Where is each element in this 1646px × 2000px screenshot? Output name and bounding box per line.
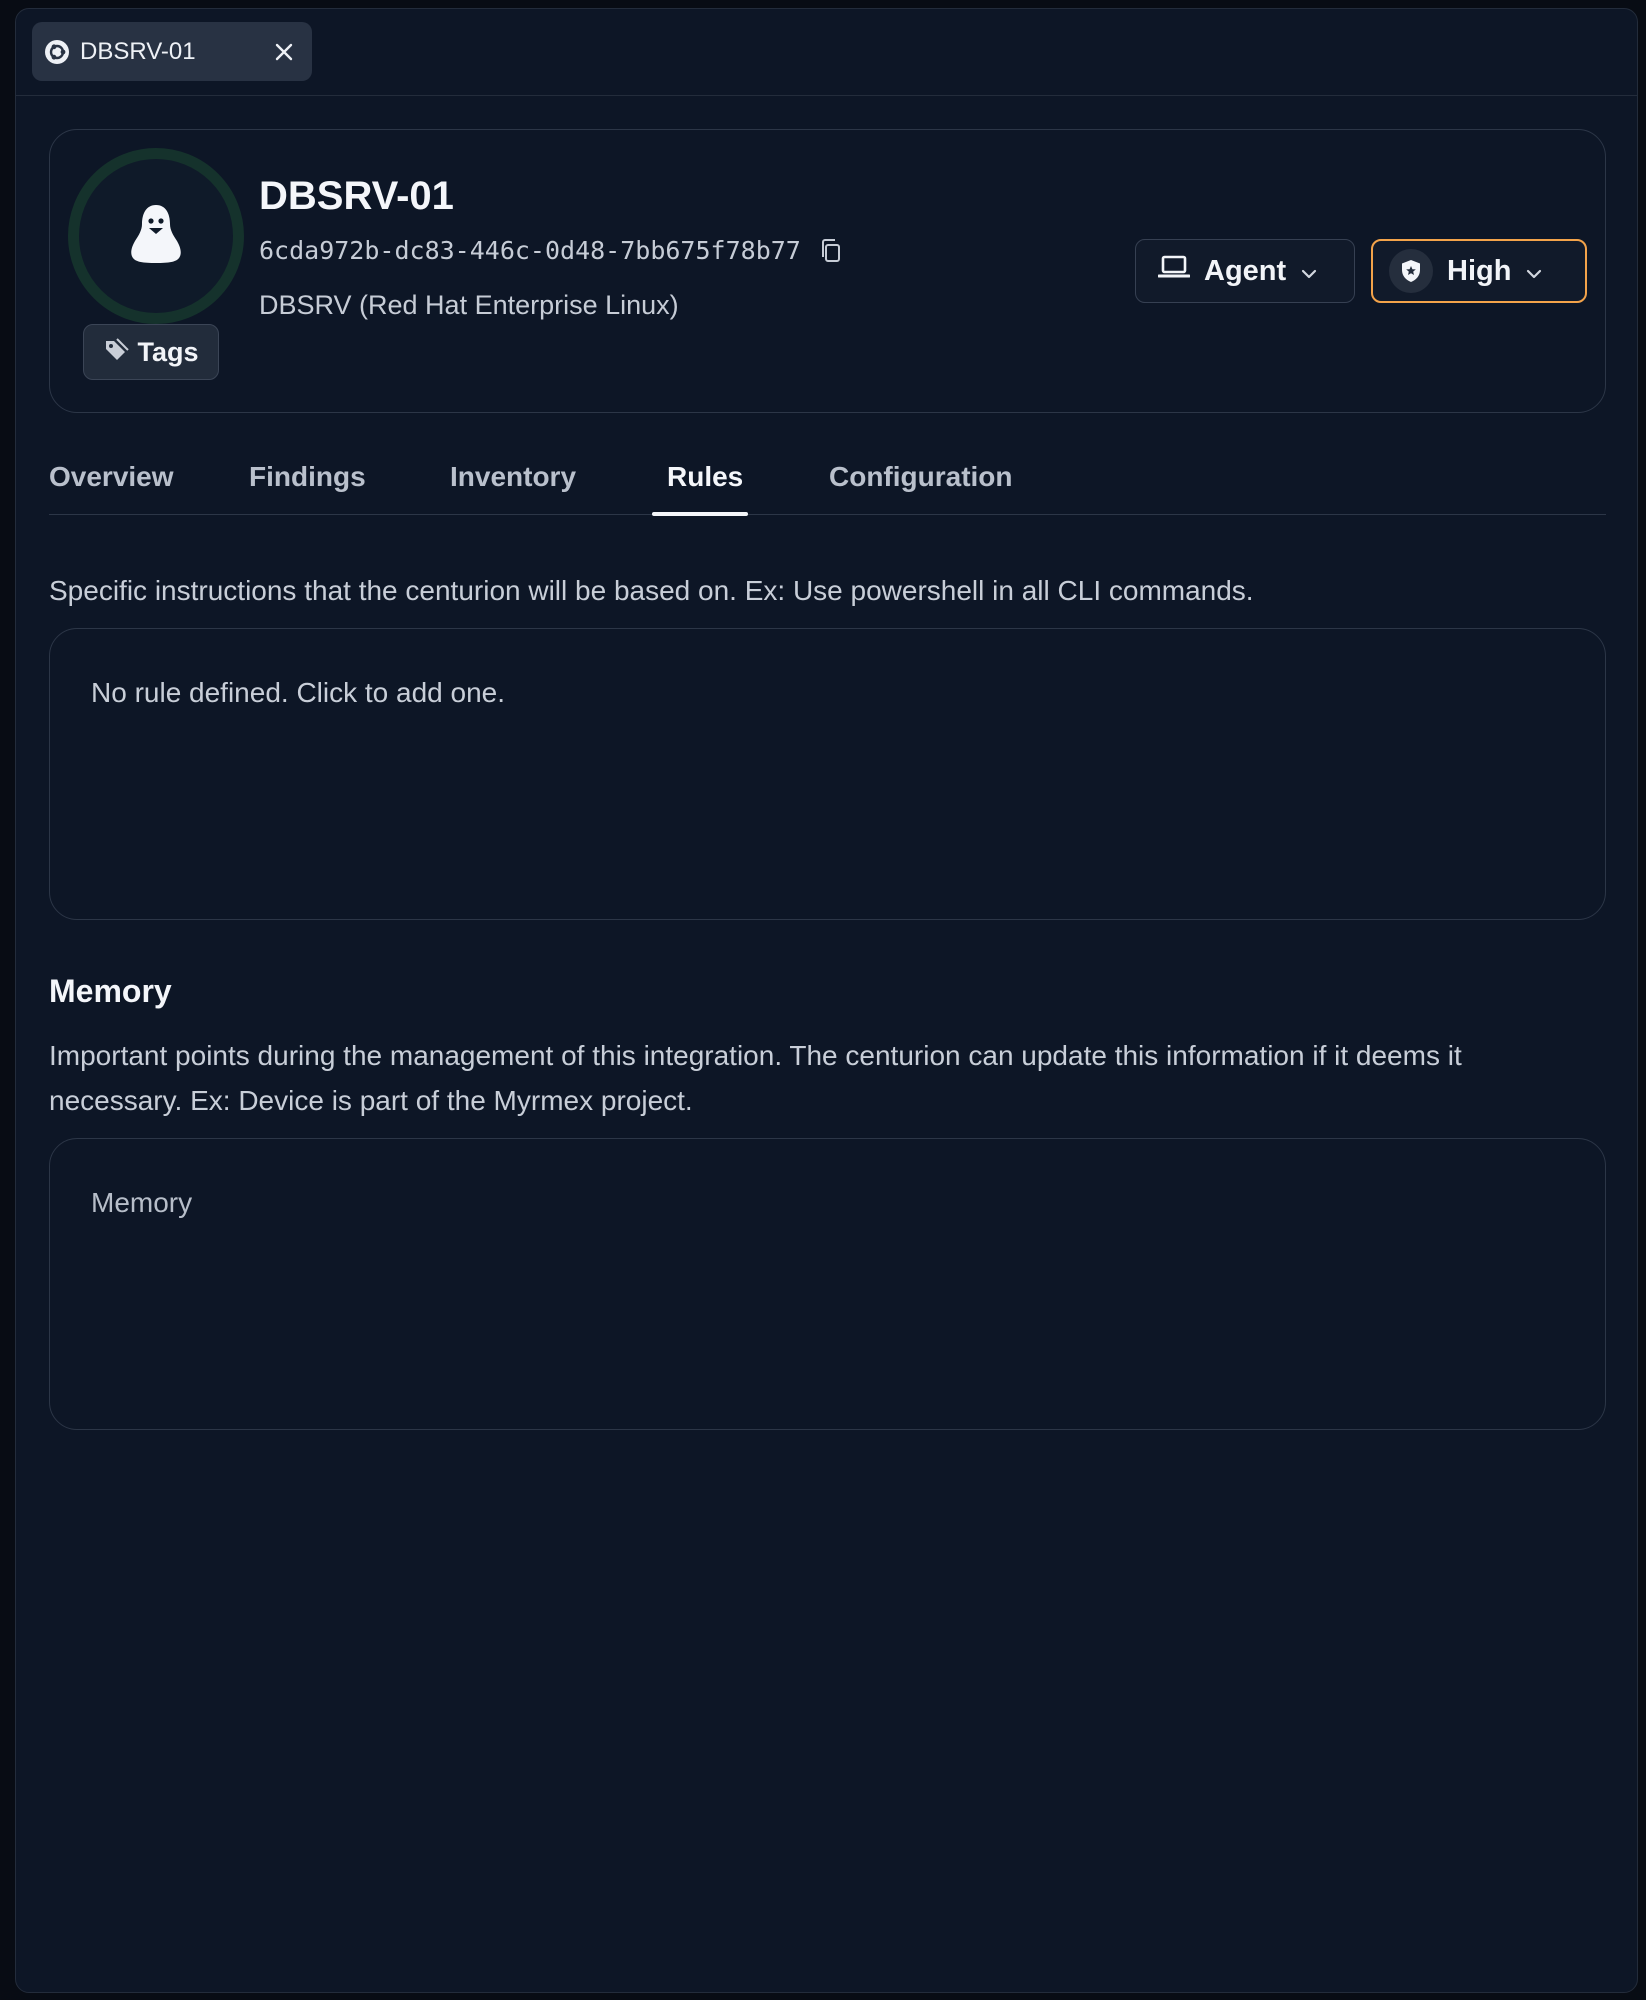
tab-rules[interactable]: Rules [667, 439, 743, 515]
tab-findings[interactable]: Findings [249, 439, 366, 515]
laptop-icon [1157, 254, 1191, 288]
device-name: DBSRV-01 [259, 174, 454, 218]
copy-icon[interactable] [817, 237, 845, 265]
agent-dropdown[interactable]: Agent [1135, 239, 1355, 303]
tab-dbsrv-01[interactable]: DBSRV-01 [32, 22, 312, 81]
priority-label: High [1447, 254, 1512, 287]
tag-icon [103, 336, 130, 369]
device-avatar [68, 148, 244, 324]
memory-title: Memory [49, 973, 172, 1009]
ubuntu-icon [44, 39, 70, 65]
device-header-card: Tags DBSRV-01 6cda972b-dc83-446c-0d48-7b… [49, 129, 1606, 413]
shield-icon [1389, 249, 1433, 293]
rules-input[interactable]: No rule defined. Click to add one. [49, 628, 1606, 920]
tab-label: DBSRV-01 [80, 37, 196, 65]
device-os: DBSRV (Red Hat Enterprise Linux) [259, 290, 679, 320]
tab-configuration[interactable]: Configuration [829, 439, 1013, 515]
agent-label: Agent [1204, 254, 1287, 287]
device-window: DBSRV-01 Tags DBSRV-01 6cda972b-dc83-446… [15, 8, 1638, 1993]
linux-penguin-icon [121, 199, 191, 274]
device-tabs: Overview Findings Inventory Rules Config… [49, 439, 1606, 516]
tags-label: Tags [137, 336, 199, 367]
close-icon[interactable] [270, 38, 298, 66]
rules-description: Specific instructions that the centurion… [49, 575, 1254, 606]
device-uuid: 6cda972b-dc83-446c-0d48-7bb675f78b77 [259, 236, 801, 265]
window-tabbar: DBSRV-01 [16, 9, 1637, 96]
memory-description: Important points during the management o… [49, 1040, 1462, 1116]
tab-inventory[interactable]: Inventory [450, 439, 576, 515]
chevron-down-icon [1525, 255, 1543, 288]
active-tab-indicator [652, 512, 748, 516]
tags-button[interactable]: Tags [83, 324, 219, 380]
device-uuid-row: 6cda972b-dc83-446c-0d48-7bb675f78b77 [259, 236, 845, 265]
chevron-down-icon [1300, 255, 1318, 288]
priority-dropdown[interactable]: High [1371, 239, 1587, 303]
memory-input[interactable]: Memory [49, 1138, 1606, 1430]
tab-overview[interactable]: Overview [49, 439, 174, 515]
